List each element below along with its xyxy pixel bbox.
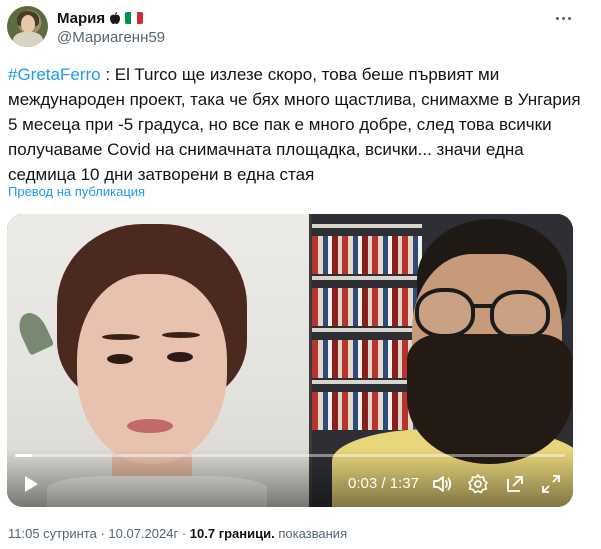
- display-name[interactable]: Мария: [57, 10, 105, 27]
- hashtag-link[interactable]: #GretaFerro: [8, 65, 101, 84]
- avatar-face: [21, 15, 35, 33]
- video-time: 0:03 / 1:37: [348, 475, 419, 492]
- speaker-brow: [102, 334, 140, 340]
- glasses-lens: [415, 288, 475, 338]
- user-handle[interactable]: @Мариагенн59: [57, 29, 165, 46]
- speaker-brow: [162, 332, 200, 338]
- tweet-card: Мария @Мариагенн59 #GretaFerro : El Turc…: [0, 0, 601, 549]
- meta-separator: ·: [96, 526, 109, 541]
- meta-separator: ·: [178, 526, 190, 541]
- speaker-eye: [107, 354, 133, 364]
- translate-post-link[interactable]: Превод на публикация: [8, 184, 145, 199]
- more-dot: [555, 16, 559, 20]
- play-icon[interactable]: [21, 474, 41, 494]
- italy-flag-icon: [125, 12, 144, 24]
- bookshelf: [312, 328, 422, 332]
- name-row: Мария: [57, 8, 144, 28]
- video-player[interactable]: 0:03 / 1:37: [7, 214, 573, 507]
- speaker-mouth: [127, 419, 173, 433]
- bookshelf: [312, 380, 422, 384]
- plant-shape: [13, 308, 55, 356]
- speaker-face: [77, 274, 227, 464]
- post-date[interactable]: 10.07.2024г: [108, 526, 178, 541]
- flag-stripe-red: [137, 12, 144, 24]
- books-row: [312, 236, 422, 274]
- glasses-lens: [490, 290, 550, 340]
- current-time: 0:03: [348, 475, 378, 492]
- bookshelf: [312, 276, 422, 280]
- video-controls: 0:03 / 1:37: [7, 449, 573, 507]
- pop-out-icon[interactable]: [504, 473, 526, 495]
- avatar[interactable]: [7, 6, 48, 47]
- fullscreen-icon[interactable]: [540, 473, 562, 495]
- more-dot: [567, 16, 571, 20]
- bookshelf: [312, 224, 422, 228]
- avatar-body: [13, 32, 43, 47]
- apple-icon: [110, 12, 121, 24]
- host-beard: [407, 334, 572, 464]
- tweet-meta: 11:05 сутринта · 10.07.2024г · 10.7 гран…: [8, 526, 347, 541]
- views-count: 10.7 граници.: [189, 526, 275, 541]
- glasses-bridge: [472, 304, 492, 308]
- duration: 1:37: [389, 475, 419, 492]
- volume-icon[interactable]: [431, 473, 453, 495]
- views-label: показвания: [274, 526, 348, 541]
- video-progress-fill: [15, 454, 32, 457]
- tweet-text: #GretaFerro : El Turco ще излезе скоро, …: [8, 62, 593, 187]
- books-row: [312, 340, 422, 378]
- books-row: [312, 288, 422, 326]
- video-progress-bar[interactable]: [15, 454, 565, 457]
- post-time[interactable]: 11:05 сутринта: [8, 526, 97, 541]
- more-dot: [561, 16, 565, 20]
- settings-gear-icon[interactable]: [467, 473, 489, 495]
- books-row: [312, 392, 422, 430]
- speaker-eye: [167, 352, 193, 362]
- time-separator: /: [377, 475, 390, 492]
- more-options-icon[interactable]: [552, 10, 574, 26]
